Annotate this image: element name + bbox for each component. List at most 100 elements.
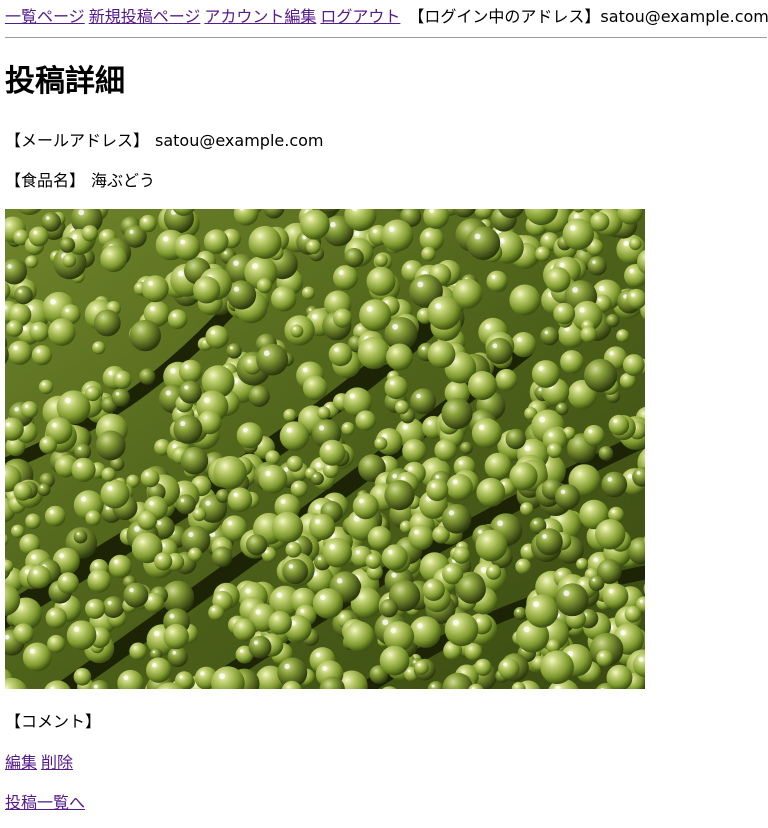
grape-highlight bbox=[315, 519, 320, 524]
grape-bead bbox=[167, 646, 188, 667]
nav-account-edit-link[interactable]: アカウント編集 bbox=[204, 7, 316, 26]
post-comment-row: 【コメント】 bbox=[5, 711, 101, 733]
grape-highlight bbox=[10, 323, 14, 327]
grape-bead bbox=[605, 314, 620, 328]
grape-bead bbox=[27, 565, 51, 589]
grape-highlight bbox=[40, 485, 43, 489]
grape-highlight bbox=[304, 289, 308, 292]
grape-bead bbox=[560, 350, 584, 374]
grape-highlight bbox=[153, 630, 160, 637]
grape-bead bbox=[466, 226, 501, 260]
grape-highlight bbox=[117, 374, 121, 378]
grape-bead bbox=[14, 285, 33, 305]
grape-highlight bbox=[50, 611, 55, 616]
grape-bead bbox=[384, 375, 408, 400]
nav-logout-link[interactable]: ログアウト bbox=[320, 7, 400, 26]
grape-bead bbox=[595, 519, 626, 550]
grape-highlight bbox=[158, 556, 162, 560]
page-title: 投稿詳細 bbox=[5, 64, 125, 99]
grape-bead bbox=[441, 398, 473, 430]
nav-list-link[interactable]: 一覧ページ bbox=[5, 7, 85, 26]
grape-bead bbox=[248, 225, 282, 259]
grape-bead bbox=[588, 575, 605, 591]
back-to-list-link[interactable]: 投稿一覧へ bbox=[5, 793, 85, 812]
grape-highlight bbox=[354, 230, 360, 237]
grape-highlight bbox=[148, 596, 153, 601]
grape-bead bbox=[464, 643, 483, 661]
grape-highlight bbox=[560, 489, 566, 495]
grape-bead bbox=[129, 642, 147, 661]
post-food-row: 【食品名】 海ぶどう bbox=[5, 170, 155, 192]
grape-highlight bbox=[558, 307, 563, 312]
grape-bead bbox=[22, 642, 52, 672]
grape-bead bbox=[29, 321, 50, 342]
grape-highlight bbox=[516, 337, 522, 342]
grape-highlight bbox=[623, 240, 629, 247]
grape-highlight bbox=[255, 609, 261, 615]
grape-highlight bbox=[325, 445, 331, 450]
grape-highlight bbox=[619, 332, 622, 335]
grape-bead bbox=[246, 534, 268, 556]
grape-highlight bbox=[233, 286, 239, 292]
grape-highlight bbox=[344, 424, 347, 428]
grape-highlight bbox=[247, 359, 251, 363]
grape-highlight bbox=[280, 499, 286, 504]
grape-bead bbox=[576, 558, 589, 570]
grape-bead bbox=[509, 462, 538, 491]
grape-highlight bbox=[309, 242, 313, 246]
grape-highlight bbox=[413, 660, 416, 663]
grape-bead bbox=[227, 487, 253, 512]
grape-highlight bbox=[233, 492, 238, 497]
grape-highlight bbox=[165, 390, 171, 396]
post-actions-row: 編集 削除 bbox=[5, 752, 77, 774]
grape-highlight bbox=[14, 527, 17, 530]
grape-highlight bbox=[114, 559, 119, 564]
grape-highlight bbox=[157, 521, 162, 525]
grape-highlight bbox=[230, 346, 233, 350]
grape-bead bbox=[192, 507, 207, 522]
grape-highlight bbox=[212, 608, 215, 611]
grape-highlight bbox=[592, 578, 596, 582]
grape-highlight bbox=[29, 648, 35, 654]
grape-highlight bbox=[417, 281, 424, 288]
grape-bead bbox=[510, 332, 537, 358]
grape-bead bbox=[555, 402, 569, 416]
grape-highlight bbox=[389, 373, 393, 376]
grape-highlight bbox=[406, 264, 411, 269]
grape-highlight bbox=[22, 326, 27, 331]
post-food-value: 海ぶどう bbox=[91, 171, 156, 190]
grape-highlight bbox=[148, 281, 153, 286]
grape-highlight bbox=[300, 609, 305, 613]
grape-bead bbox=[384, 480, 415, 511]
grape-highlight bbox=[627, 473, 633, 479]
grape-bead bbox=[279, 421, 310, 451]
grape-highlight bbox=[107, 600, 112, 605]
grape-bead bbox=[302, 375, 328, 401]
grape-bead bbox=[365, 553, 382, 569]
grape-highlight bbox=[172, 313, 177, 318]
grape-highlight bbox=[108, 370, 113, 376]
grape-highlight bbox=[302, 367, 308, 373]
grape-highlight bbox=[227, 520, 233, 526]
grape-highlight bbox=[613, 419, 618, 423]
grape-bead bbox=[187, 547, 203, 562]
grape-bead bbox=[268, 611, 292, 635]
post-email-row: 【メールアドレス】 satou@example.com bbox=[5, 130, 323, 152]
grape-bead bbox=[525, 594, 559, 628]
grape-bead bbox=[476, 477, 506, 507]
delete-link[interactable]: 削除 bbox=[41, 753, 73, 772]
grape-bead bbox=[85, 510, 101, 526]
header-divider bbox=[5, 37, 767, 38]
grape-highlight bbox=[76, 532, 80, 535]
grape-bead bbox=[92, 341, 106, 355]
nav-new-post-link[interactable]: 新規投稿ページ bbox=[89, 7, 201, 26]
grape-bead bbox=[85, 598, 106, 619]
edit-link[interactable]: 編集 bbox=[5, 753, 37, 772]
grape-highlight bbox=[390, 627, 397, 634]
grape-bead bbox=[386, 343, 413, 371]
grape-highlight bbox=[480, 566, 487, 573]
grape-highlight bbox=[195, 510, 199, 513]
grape-highlight bbox=[497, 520, 504, 527]
grape-bead bbox=[471, 418, 502, 449]
grape-highlight bbox=[326, 465, 330, 469]
